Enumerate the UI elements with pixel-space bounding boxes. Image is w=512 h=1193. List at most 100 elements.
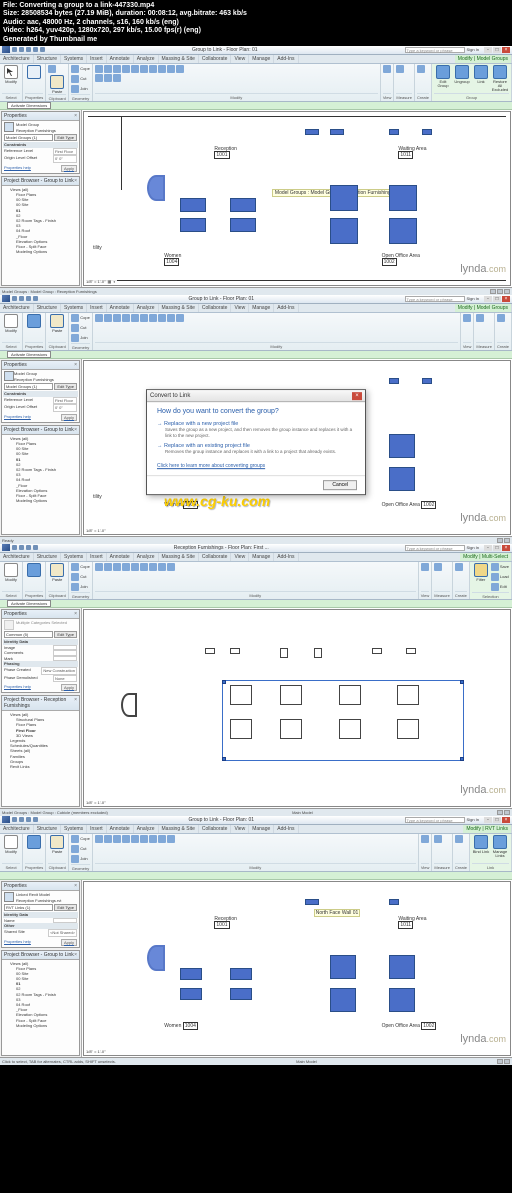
tab-manage[interactable]: Manage — [249, 55, 274, 63]
tab-addins[interactable]: Add-Ins — [274, 55, 298, 63]
tab-collaborate[interactable]: Collaborate — [199, 304, 232, 312]
visual-style-icon[interactable]: ◐ — [113, 279, 115, 284]
view-control-bar[interactable]: 1/8" = 1'-0"▦◐ — [85, 279, 117, 284]
delete-icon[interactable] — [113, 74, 121, 82]
tab-analyze[interactable]: Analyze — [134, 55, 159, 63]
properties-button[interactable] — [25, 65, 43, 79]
qat-redo-icon[interactable] — [33, 47, 38, 52]
rotate-icon[interactable] — [122, 65, 130, 73]
tab-insert[interactable]: Insert — [87, 304, 107, 312]
tab-collaborate[interactable]: Collaborate — [199, 55, 232, 63]
close-button[interactable]: × — [502, 296, 510, 302]
ungroup-button[interactable]: Ungroup — [453, 65, 471, 84]
array-icon[interactable] — [158, 65, 166, 73]
drawing-canvas[interactable]: Reception1001 Waiting Area1011 Model Gro… — [83, 111, 511, 286]
split-icon[interactable] — [149, 65, 157, 73]
properties-help-link[interactable]: Properties help — [4, 165, 31, 172]
status-model[interactable]: Main Model — [292, 810, 313, 815]
status-icon[interactable] — [504, 289, 510, 294]
minimize-button[interactable]: - — [484, 296, 492, 302]
tab-view[interactable]: View — [231, 55, 249, 63]
tab-modify-multiselect[interactable]: Modify | Multi-Select — [460, 553, 512, 561]
qat-icon[interactable] — [19, 296, 24, 301]
edit-type-button[interactable]: Edit Type — [54, 134, 77, 141]
status-filter-icon[interactable] — [497, 289, 503, 294]
browser-tree[interactable]: Views (all) Floor Plans 00 Site 00 Site … — [2, 186, 79, 255]
tab-modify-rvt-links[interactable]: Modify | RVT Links — [463, 825, 512, 833]
paste-button[interactable]: Paste — [48, 314, 66, 333]
apply-button[interactable]: Apply — [61, 165, 77, 172]
app-logo-icon[interactable] — [2, 46, 10, 53]
tab-addins[interactable]: Add-Ins — [274, 304, 298, 312]
copy-icon[interactable] — [113, 65, 121, 73]
dialog-titlebar[interactable]: Convert to Link× — [147, 391, 365, 403]
browser-tree[interactable]: Views (all) Floor Plans 00 Site00 Site 0… — [2, 435, 79, 504]
tab-manage[interactable]: Manage — [249, 304, 274, 312]
manage-links-button[interactable]: Manage Links — [491, 835, 509, 858]
edit-selection-button[interactable]: Edit — [491, 583, 509, 591]
dialog-close-button[interactable]: × — [352, 392, 362, 400]
detail-level-icon[interactable]: ▦ — [108, 279, 112, 284]
properties-button[interactable] — [25, 314, 43, 328]
view-icon[interactable] — [383, 65, 391, 73]
tab-massing[interactable]: Massing & Site — [159, 304, 199, 312]
edit-group-button[interactable]: Edit Group — [434, 65, 452, 88]
option-new-project[interactable]: Replace with a new project fileSaves the… — [157, 422, 355, 439]
join-button[interactable]: Join — [71, 85, 87, 93]
qat-icon[interactable] — [26, 296, 31, 301]
restore-excluded-button[interactable]: Restore All Excluded — [491, 65, 509, 92]
tab-modify-model-groups[interactable]: Modify | Model Groups — [455, 55, 512, 63]
tab-analyze[interactable]: Analyze — [134, 304, 159, 312]
type-selector[interactable]: Model GroupReception Furnishings — [3, 122, 78, 133]
type-selector[interactable]: Model GroupReception Furnishings — [3, 371, 78, 382]
offset-icon[interactable] — [95, 74, 103, 82]
tab-view[interactable]: View — [231, 304, 249, 312]
maximize-button[interactable]: □ — [493, 47, 501, 53]
mirror-icon[interactable] — [131, 65, 139, 73]
maximize-button[interactable]: □ — [493, 296, 501, 302]
tab-massing[interactable]: Massing & Site — [159, 55, 199, 63]
app-logo-icon[interactable] — [2, 544, 10, 551]
tab-modify-model-groups[interactable]: Modify | Model Groups — [455, 304, 512, 312]
cope-button[interactable]: Cope — [71, 65, 90, 73]
dialog-learn-more-link[interactable]: Click here to learn more about convertin… — [157, 463, 355, 469]
tree-model[interactable]: Modeling Options — [4, 249, 77, 254]
qat-open-icon[interactable] — [12, 47, 17, 52]
option-existing-project[interactable]: Replace with an existing project fileRem… — [157, 443, 355, 454]
status-selcount-icon[interactable] — [490, 289, 496, 294]
load-selection-button[interactable]: Load — [491, 573, 509, 581]
origin-offset-value[interactable]: 0' 0" — [53, 155, 77, 163]
tab-systems[interactable]: Systems — [61, 55, 87, 63]
app-logo-icon[interactable] — [2, 816, 10, 823]
instance-filter-select[interactable]: Model Groups (1) — [4, 134, 53, 141]
drawing-canvas[interactable]: 1/8" = 1'-0" lynda.com — [83, 609, 511, 807]
modify-tool-icon[interactable] — [95, 65, 103, 73]
modify-tool-button[interactable]: Modify — [2, 65, 20, 84]
help-search-input[interactable]: Type a keyword or phrase — [405, 47, 465, 53]
dialog-cancel-button[interactable]: Cancel — [323, 480, 357, 490]
align-icon[interactable] — [176, 65, 184, 73]
paste-icon[interactable] — [48, 65, 56, 73]
modify-tool-button[interactable]: Modify — [2, 314, 20, 333]
properties-close-icon[interactable]: × — [74, 113, 77, 119]
tab-structure[interactable]: Structure — [34, 304, 61, 312]
link-button[interactable]: Link — [472, 65, 490, 84]
help-search-input[interactable]: Type a keyword or phrase — [405, 296, 465, 302]
activate-dimensions-button[interactable]: Activate Dimensions — [7, 351, 51, 358]
app-logo-icon[interactable] — [2, 295, 10, 302]
qat-icon[interactable] — [12, 296, 17, 301]
measure-icon[interactable] — [396, 65, 404, 73]
sign-in-link[interactable]: Sign In — [467, 47, 479, 52]
close-button[interactable]: × — [502, 47, 510, 53]
ref-level-value[interactable]: First Floor — [53, 148, 77, 156]
browser-close-icon[interactable]: × — [74, 178, 77, 184]
paste-button[interactable]: Paste — [48, 75, 66, 94]
move-icon[interactable] — [104, 65, 112, 73]
filter-button[interactable]: Filter — [472, 563, 490, 582]
qat-save-icon[interactable] — [19, 47, 24, 52]
cut-button[interactable]: Cut — [71, 75, 86, 83]
activate-dimensions-button[interactable]: Activate Dimensions — [7, 102, 51, 109]
qat-undo-icon[interactable] — [26, 47, 31, 52]
scale-icon[interactable] — [167, 65, 175, 73]
tab-insert[interactable]: Insert — [87, 55, 107, 63]
